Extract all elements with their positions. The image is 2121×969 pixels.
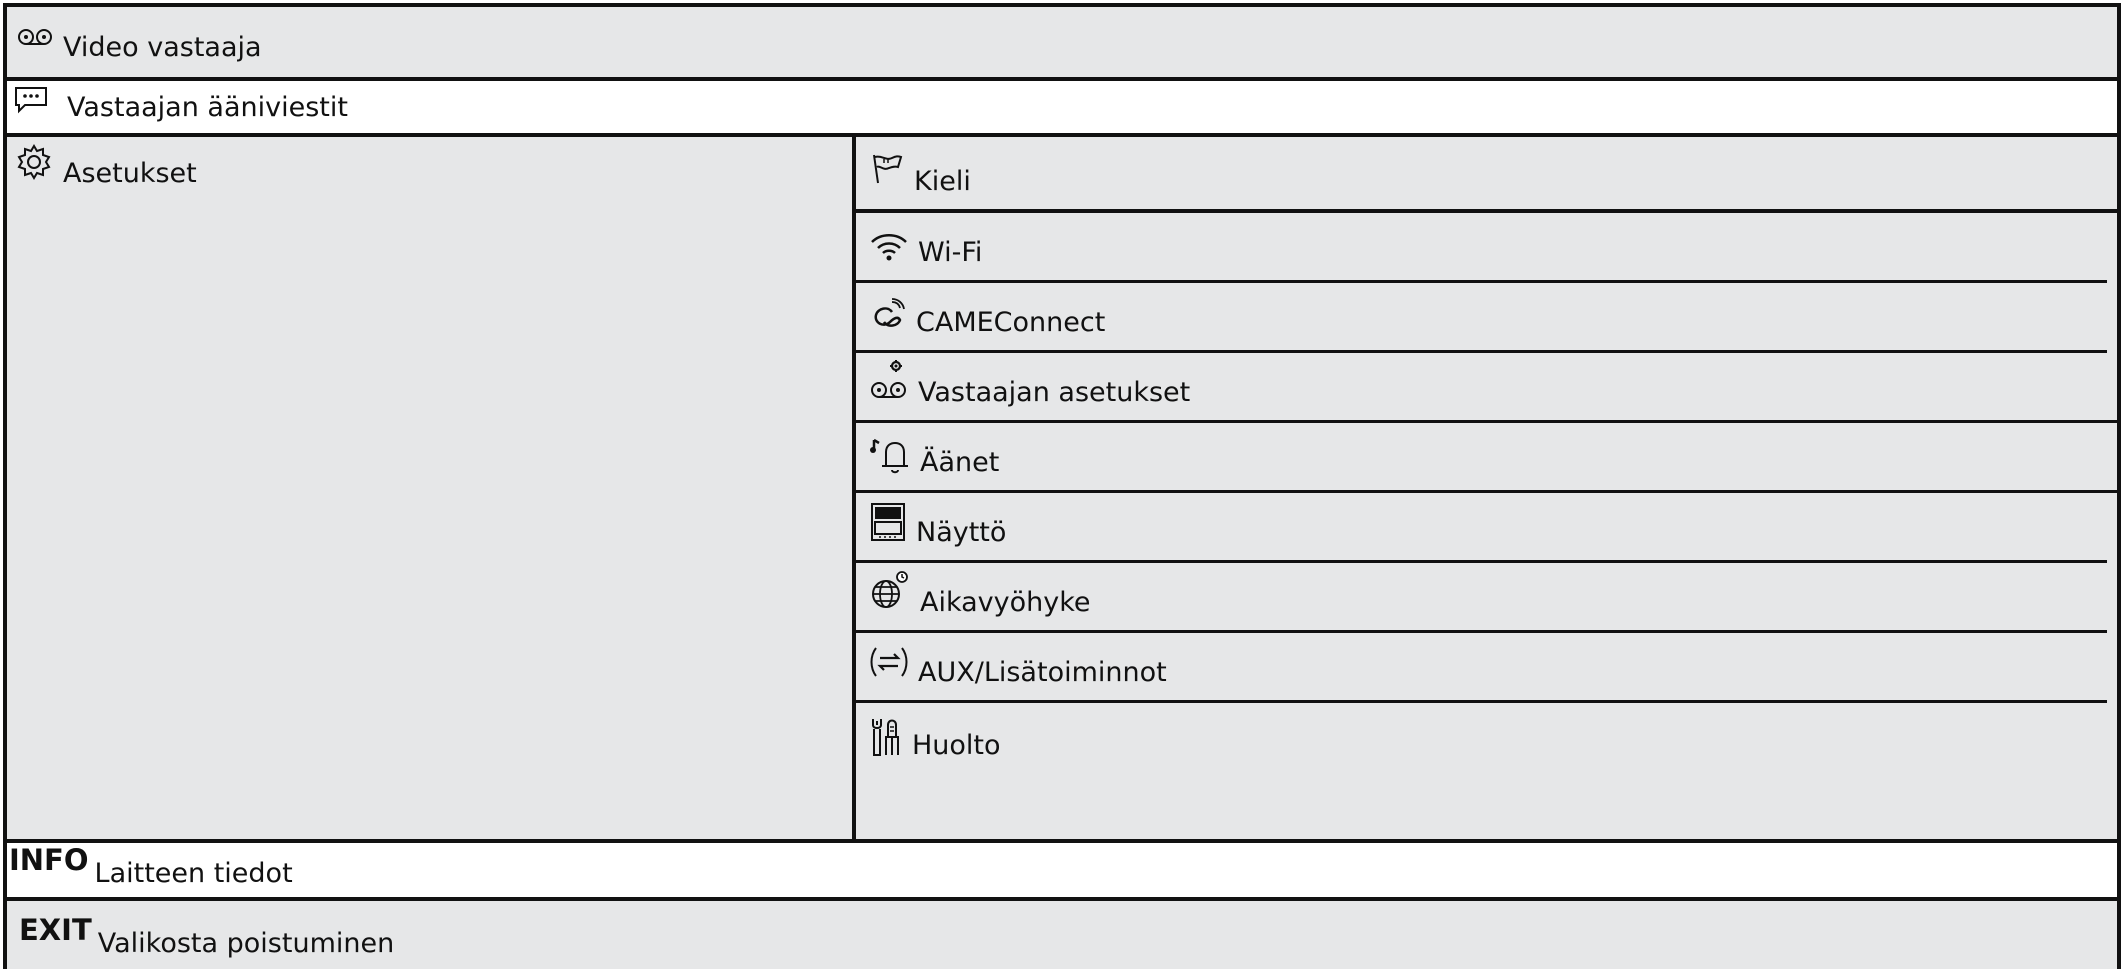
bell-note-icon bbox=[870, 438, 910, 474]
submenu-item-service[interactable]: Huolto bbox=[856, 703, 2117, 773]
submenu-item-label: Äänet bbox=[920, 447, 1000, 478]
submenu-item-label: CAMEConnect bbox=[916, 307, 1106, 338]
tools-icon bbox=[870, 717, 902, 757]
gear-icon bbox=[15, 143, 53, 181]
submenu-item-label: Kieli bbox=[914, 166, 971, 197]
submenu-item-label: Näyttö bbox=[916, 517, 1007, 548]
submenu-item-display[interactable]: Näyttö bbox=[856, 493, 2107, 563]
submenu-item-label: Aikavyöhyke bbox=[920, 587, 1091, 618]
submenu-item-sounds[interactable]: Äänet bbox=[856, 423, 2117, 493]
submenu-item-label: AUX/Lisätoiminnot bbox=[918, 657, 1167, 688]
submenu-item-aux[interactable]: AUX/Lisätoiminnot bbox=[856, 633, 2107, 703]
timezone-globe-icon bbox=[870, 570, 910, 610]
menu-item-label: Video vastaaja bbox=[63, 32, 262, 63]
settings-section: Asetukset Kieli Wi-Fi CAMEConnect Vastaa… bbox=[3, 137, 2121, 843]
menu-screen: Video vastaaja Vastaajan ääniviestit Ase… bbox=[0, 0, 2121, 969]
message-icon bbox=[13, 85, 49, 115]
menu-item-label: Laitteen tiedot bbox=[94, 858, 293, 889]
submenu-item-label: Wi-Fi bbox=[918, 237, 983, 268]
submenu-item-language[interactable]: Kieli bbox=[856, 137, 2117, 213]
submenu-item-cameconnect[interactable]: CAMEConnect bbox=[856, 283, 2107, 353]
menu-item-voice-messages[interactable]: Vastaajan ääniviestit bbox=[3, 81, 2121, 137]
aux-arrows-icon bbox=[870, 644, 908, 680]
wifi-icon bbox=[870, 232, 908, 262]
display-icon bbox=[870, 502, 906, 542]
submenu-item-timezone[interactable]: Aikavyöhyke bbox=[856, 563, 2107, 633]
submenu-item-label: Huolto bbox=[912, 730, 1001, 761]
exit-keyword: EXIT bbox=[19, 913, 92, 947]
cameconnect-icon bbox=[870, 298, 906, 330]
menu-item-settings[interactable]: Asetukset bbox=[15, 144, 197, 189]
menu-item-label: Valikosta poistuminen bbox=[97, 928, 395, 959]
info-keyword: INFO bbox=[9, 843, 89, 877]
submenu-item-answering-settings[interactable]: Vastaajan asetukset bbox=[856, 353, 2117, 423]
submenu-item-wifi[interactable]: Wi-Fi bbox=[856, 213, 2107, 283]
menu-item-label: Vastaajan ääniviestit bbox=[67, 92, 348, 123]
submenu-item-label: Vastaajan asetukset bbox=[918, 377, 1191, 408]
answering-settings-icon bbox=[870, 358, 908, 402]
menu-item-label: Asetukset bbox=[63, 158, 197, 189]
video-answering-icon bbox=[17, 27, 53, 47]
menu-item-video-answering[interactable]: Video vastaaja bbox=[3, 3, 2121, 81]
flag-icon bbox=[870, 153, 904, 185]
menu-item-info[interactable]: INFO Laitteen tiedot bbox=[3, 843, 2121, 897]
menu-item-exit[interactable]: EXIT Valikosta poistuminen bbox=[3, 897, 2121, 969]
